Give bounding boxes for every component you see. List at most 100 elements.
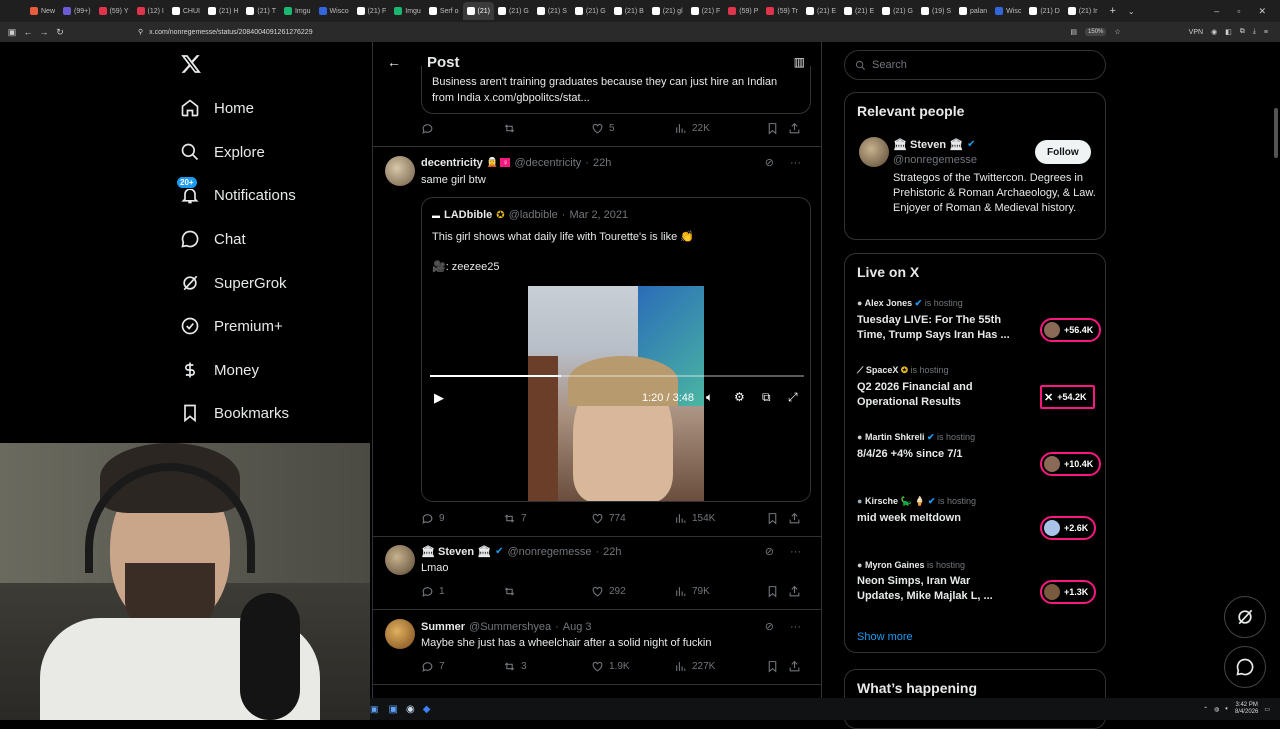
- start-icon[interactable]: ▣: [370, 704, 379, 715]
- browser-tab[interactable]: (21) E: [840, 2, 878, 20]
- browser-tab[interactable]: (21) Ir: [1064, 2, 1102, 20]
- relevant-person-handle[interactable]: @nonregemesse: [893, 154, 977, 166]
- browser-tab[interactable]: (21) gl: [648, 2, 687, 20]
- browser-tab[interactable]: (21) E: [802, 2, 840, 20]
- avatar[interactable]: [385, 156, 415, 186]
- repost-button[interactable]: [503, 122, 591, 135]
- share-button[interactable]: [788, 122, 801, 135]
- grok-icon[interactable]: ⊘: [765, 156, 774, 169]
- share-button[interactable]: [788, 660, 801, 673]
- author-handle[interactable]: @Summershyea: [469, 621, 551, 633]
- nav-item-money[interactable]: Money: [180, 355, 259, 385]
- like-button[interactable]: 1.9K: [591, 660, 674, 673]
- quoted-post-card[interactable]: ▬ LADbible ✪ @ladbible · Mar 2, 2021 Thi…: [421, 197, 811, 502]
- star-icon[interactable]: ☆: [1114, 28, 1120, 36]
- avatar[interactable]: [385, 545, 415, 575]
- fullscreen-icon[interactable]: ⤢: [788, 390, 798, 405]
- author-name[interactable]: 🏛 Steven 🏛: [421, 545, 491, 558]
- nav-item-supergrok[interactable]: SuperGrok: [180, 268, 287, 298]
- grok-fab-button[interactable]: [1224, 596, 1266, 638]
- browser-tab[interactable]: (21) G: [878, 2, 917, 20]
- forward-icon[interactable]: →: [36, 27, 52, 37]
- grok-icon[interactable]: ⊘: [765, 620, 774, 633]
- browser-tab[interactable]: (19) S: [917, 2, 955, 20]
- live-item[interactable]: ● Martin Shkreli ✔ is hosting 8/4/26 +4%…: [857, 432, 1102, 476]
- maximize-icon[interactable]: ▫: [1237, 6, 1240, 17]
- browser-tab[interactable]: (99+): [59, 2, 95, 20]
- views-button[interactable]: 227K: [674, 660, 766, 673]
- reply-button[interactable]: 7: [421, 660, 503, 673]
- views-button[interactable]: 22K: [674, 122, 766, 135]
- avatar[interactable]: [385, 619, 415, 649]
- volume-icon[interactable]: 🔈︎: [706, 390, 713, 405]
- video-player[interactable]: ▶ 1:20 / 3:48 🔈︎ ⚙ ⧉ ⤢: [422, 284, 810, 501]
- address-bar[interactable]: ⚲ x.com/nonregemesse/status/208400409126…: [138, 25, 313, 39]
- views-button[interactable]: 79K: [674, 585, 766, 598]
- browser-tab[interactable]: (21) D: [1025, 2, 1063, 20]
- tray-icon[interactable]: ⌃: [1203, 706, 1208, 713]
- browser-tab[interactable]: Imgu: [390, 2, 425, 20]
- like-button[interactable]: 5: [591, 122, 674, 135]
- bookmark-button[interactable]: [766, 122, 788, 135]
- live-item[interactable]: ● Kirsche 🦕 🍦 ✔ is hosting mid week melt…: [857, 496, 1102, 540]
- browser-tab[interactable]: (21) T: [242, 2, 280, 20]
- browser-tab[interactable]: Wisco: [315, 2, 353, 20]
- back-arrow-icon[interactable]: ←: [387, 54, 401, 70]
- nav-item-notifications[interactable]: 20+ Notifications: [176, 176, 296, 210]
- quoted-post-card-prev[interactable]: Business aren't training graduates becau…: [421, 66, 811, 114]
- bookmark-button[interactable]: [766, 660, 788, 673]
- back-icon[interactable]: ←: [20, 27, 36, 37]
- quote-author-handle[interactable]: @ladbible: [509, 209, 558, 221]
- download-icon[interactable]: ⤓: [1253, 28, 1256, 36]
- sidebar-toggle-icon[interactable]: ▣: [4, 27, 20, 38]
- nav-item-home[interactable]: Home: [180, 93, 254, 123]
- author-name[interactable]: Summer: [421, 621, 465, 633]
- video-progress-track[interactable]: [430, 375, 804, 377]
- volume-icon[interactable]: 🔈︎: [1225, 706, 1229, 713]
- browser-tab[interactable]: CHUI: [168, 2, 204, 20]
- tab-list-chevron-icon[interactable]: ⌄: [1128, 7, 1135, 16]
- clock[interactable]: 3:42 PM 8/4/2026: [1235, 702, 1258, 716]
- live-listener-pill[interactable]: ✕ +54.2K: [1040, 385, 1095, 409]
- live-listener-pill[interactable]: +56.4K: [1040, 318, 1102, 342]
- browser-tab[interactable]: (21) B: [610, 2, 648, 20]
- profile-icon[interactable]: ◉: [1211, 28, 1217, 36]
- share-button[interactable]: [788, 512, 801, 525]
- wallet-icon[interactable]: ◧: [1225, 28, 1232, 36]
- notification-center-icon[interactable]: ▭: [1264, 706, 1270, 713]
- extensions-icon[interactable]: ⧉: [1240, 28, 1245, 36]
- avatar[interactable]: [859, 137, 889, 167]
- repost-button[interactable]: 7: [503, 512, 591, 525]
- nav-item-explore[interactable]: Explore: [180, 137, 265, 167]
- chat-fab-button[interactable]: [1224, 646, 1266, 688]
- quote-date[interactable]: Mar 2, 2021: [569, 209, 628, 221]
- more-options-icon[interactable]: ···: [790, 621, 801, 633]
- quote-author-name[interactable]: LADbible: [444, 209, 492, 221]
- settings-gear-icon[interactable]: ⚙: [734, 390, 745, 404]
- pip-icon[interactable]: ⧉: [762, 390, 771, 405]
- author-handle[interactable]: @decentricity: [514, 157, 581, 169]
- share-button[interactable]: [788, 585, 801, 598]
- new-tab-button[interactable]: +: [1109, 5, 1115, 17]
- reload-icon[interactable]: ↻: [52, 27, 68, 38]
- nav-item-bookmarks[interactable]: Bookmarks: [180, 398, 289, 428]
- live-listener-pill[interactable]: +2.6K: [1040, 516, 1097, 540]
- browser-tab[interactable]: palan: [955, 2, 991, 20]
- live-item[interactable]: ⟋ SpaceX ✪ is hosting Q2 2026 Financial …: [857, 365, 1102, 410]
- browser-tab[interactable]: New: [26, 2, 59, 20]
- browser-tab[interactable]: (21) G: [494, 2, 533, 20]
- grok-icon[interactable]: ⊘: [765, 545, 774, 558]
- relevant-person-name[interactable]: 🏛 Steven 🏛: [893, 138, 963, 151]
- page-scrollbar[interactable]: [1274, 108, 1278, 158]
- browser-tab[interactable]: Wisc: [991, 2, 1025, 20]
- browser-tab[interactable]: (59) Tr: [762, 2, 802, 20]
- reply-button[interactable]: [421, 122, 503, 135]
- nav-item-premium[interactable]: Premium+: [180, 311, 283, 341]
- browser-tab[interactable]: Imgu: [280, 2, 315, 20]
- post-time[interactable]: 22h: [603, 546, 621, 558]
- live-listener-pill[interactable]: +1.3K: [1040, 580, 1097, 604]
- like-button[interactable]: 292: [591, 585, 674, 598]
- nav-item-chat[interactable]: Chat: [180, 224, 246, 254]
- taskbar-app-icon[interactable]: ▣: [389, 704, 398, 715]
- browser-tab[interactable]: Serf o: [425, 2, 463, 20]
